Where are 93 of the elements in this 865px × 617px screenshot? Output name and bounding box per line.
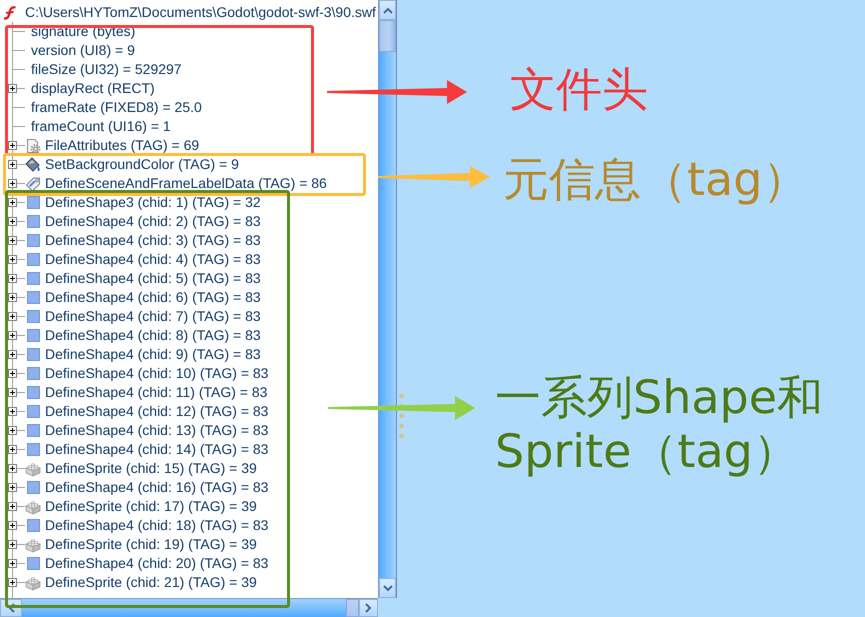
document-gear-icon <box>25 138 41 154</box>
square-icon <box>25 290 41 306</box>
paint-bucket-icon <box>25 156 41 172</box>
square-icon <box>25 556 41 572</box>
tree-item[interactable]: DefineShape4 (chid: 20) (TAG) = 83 <box>45 554 268 573</box>
annotation-label: 元信息（tag） <box>503 152 808 206</box>
brick-icon <box>25 536 41 552</box>
expand-icon[interactable] <box>8 331 17 340</box>
tree-item[interactable]: DefineShape4 (chid: 3) (TAG) = 83 <box>45 231 261 250</box>
expand-icon[interactable] <box>8 198 17 207</box>
file-icon <box>3 6 17 20</box>
expand-icon[interactable] <box>8 369 17 378</box>
square-icon <box>25 480 41 496</box>
square-icon <box>25 422 41 438</box>
chevron-right-icon <box>365 603 372 613</box>
square-icon <box>25 384 41 400</box>
expand-icon[interactable] <box>8 445 17 454</box>
file-path[interactable]: C:\Users\HYTomZ\Documents\Godot\godot-swf-3\90.swf <box>25 3 376 22</box>
expand-icon[interactable] <box>8 274 17 283</box>
square-icon <box>25 194 41 210</box>
expand-icon[interactable] <box>8 160 17 169</box>
tree-item[interactable]: DefineShape3 (chid: 1) (TAG) = 32 <box>45 193 261 212</box>
chevron-left-icon <box>8 603 14 613</box>
square-icon <box>25 518 41 534</box>
square-icon <box>25 214 41 230</box>
expand-icon[interactable] <box>8 217 17 226</box>
expand-icon[interactable] <box>8 483 17 492</box>
expand-icon[interactable] <box>8 426 17 435</box>
tree-item[interactable]: FileAttributes (TAG) = 69 <box>45 136 200 155</box>
expand-icon[interactable] <box>8 84 17 93</box>
expand-icon[interactable] <box>8 388 17 397</box>
tree-item[interactable]: DefineShape4 (chid: 7) (TAG) = 83 <box>45 307 261 326</box>
scroll-down-button[interactable] <box>379 578 396 598</box>
square-icon <box>25 308 41 324</box>
square-icon <box>25 270 41 286</box>
tag-icon <box>25 176 41 192</box>
tree-item[interactable]: DefineShape4 (chid: 6) (TAG) = 83 <box>45 288 261 307</box>
tree-item[interactable]: frameCount (UI16) = 1 <box>31 117 171 136</box>
tree-item[interactable]: DefineShape4 (chid: 16) (TAG) = 83 <box>45 478 268 497</box>
annotation-label: 一系列Shape和Sprite（tag） <box>495 370 824 478</box>
tree-item[interactable]: DefineSprite (chid: 21) (TAG) = 39 <box>45 573 257 592</box>
tree-item[interactable]: fileSize (UI32) = 529297 <box>31 60 182 79</box>
brick-icon <box>25 460 41 476</box>
expand-icon[interactable] <box>8 293 17 302</box>
square-icon <box>25 346 41 362</box>
tree-item[interactable]: DefineShape4 (chid: 4) (TAG) = 83 <box>45 250 261 269</box>
brick-icon <box>25 498 41 514</box>
chevron-down-icon <box>382 584 392 592</box>
expand-icon[interactable] <box>8 179 17 188</box>
scroll-up-button[interactable] <box>379 0 396 20</box>
tree-item[interactable]: DefineShape4 (chid: 14) (TAG) = 83 <box>45 440 268 459</box>
expand-icon[interactable] <box>8 407 17 416</box>
tree-item[interactable]: DefineSprite (chid: 15) (TAG) = 39 <box>45 459 257 478</box>
tree-item[interactable]: version (UI8) = 9 <box>31 41 135 60</box>
square-icon <box>25 232 41 248</box>
tree-item[interactable]: frameRate (FIXED8) = 25.0 <box>31 98 202 117</box>
scroll-right-button[interactable] <box>359 599 378 617</box>
expand-icon[interactable] <box>8 521 17 530</box>
square-icon <box>25 252 41 268</box>
expand-icon[interactable] <box>8 312 17 321</box>
tree-item[interactable]: DefineShape4 (chid: 5) (TAG) = 83 <box>45 269 261 288</box>
tree-item[interactable]: SetBackgroundColor (TAG) = 9 <box>45 155 239 174</box>
square-icon <box>25 366 41 382</box>
expand-icon[interactable] <box>8 236 17 245</box>
expand-icon[interactable] <box>8 141 17 150</box>
square-icon <box>25 442 41 458</box>
expand-icon[interactable] <box>8 578 17 587</box>
tree-item[interactable]: DefineShape4 (chid: 11) (TAG) = 83 <box>45 383 268 402</box>
tree-item[interactable]: DefineShape4 (chid: 13) (TAG) = 83 <box>45 421 268 440</box>
tree-item[interactable]: DefineShape4 (chid: 9) (TAG) = 83 <box>45 345 261 364</box>
square-icon <box>25 328 41 344</box>
expand-icon[interactable] <box>8 255 17 264</box>
expand-icon[interactable] <box>8 559 17 568</box>
tree-item[interactable]: DefineShape4 (chid: 8) (TAG) = 83 <box>45 326 261 345</box>
tree-item[interactable]: DefineShape4 (chid: 2) (TAG) = 83 <box>45 212 261 231</box>
tree-item[interactable]: DefineSprite (chid: 17) (TAG) = 39 <box>45 497 257 516</box>
tree-item[interactable]: DefineShape4 (chid: 10) (TAG) = 83 <box>45 364 268 383</box>
annotation-label: 文件头 <box>510 62 648 116</box>
tree-item[interactable]: DefineSceneAndFrameLabelData (TAG) = 86 <box>45 174 327 193</box>
scrollbar-thumb[interactable] <box>379 20 396 52</box>
tree-item[interactable]: displayRect (RECT) <box>31 79 155 98</box>
chevron-up-icon <box>382 6 392 14</box>
brick-icon <box>25 574 41 590</box>
square-icon <box>25 404 41 420</box>
expand-icon[interactable] <box>8 464 17 473</box>
expand-icon[interactable] <box>8 502 17 511</box>
vertical-scrollbar[interactable] <box>378 0 397 598</box>
tree-item[interactable]: DefineShape4 (chid: 18) (TAG) = 83 <box>45 516 268 535</box>
expand-icon[interactable] <box>8 350 17 359</box>
scrollbar-thumb[interactable] <box>346 599 359 617</box>
expand-icon[interactable] <box>8 540 17 549</box>
tree-item[interactable]: DefineSprite (chid: 19) (TAG) = 39 <box>45 535 257 554</box>
tree-item[interactable]: DefineShape4 (chid: 12) (TAG) = 83 <box>45 402 268 421</box>
